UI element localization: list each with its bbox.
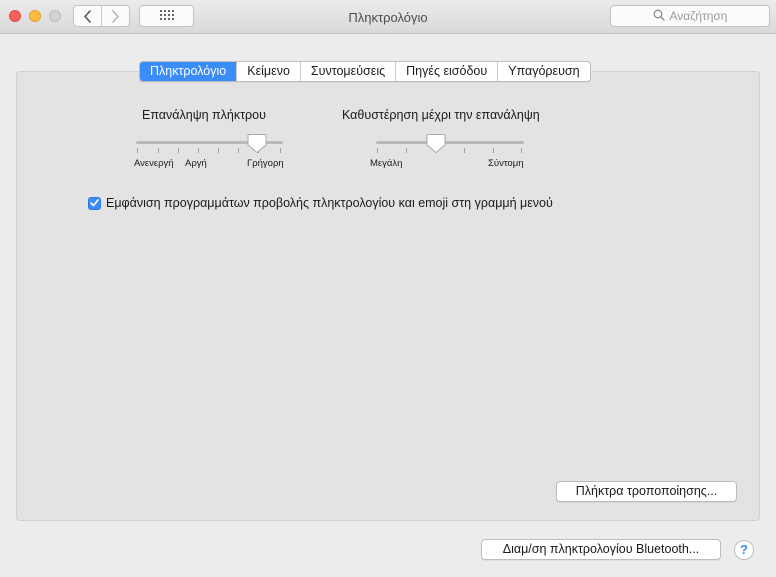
search-field[interactable]: Αναζήτηση bbox=[610, 5, 770, 27]
show-viewers-checkbox[interactable] bbox=[88, 196, 101, 210]
help-button[interactable]: ? bbox=[734, 540, 754, 560]
title-bar: Πληκτρολόγιο Αναζήτηση bbox=[0, 0, 776, 34]
delay-thumb[interactable] bbox=[426, 133, 446, 157]
key-repeat-thumb[interactable] bbox=[247, 133, 267, 157]
tab-input-sources[interactable]: Πηγές εισόδου bbox=[395, 62, 497, 81]
delay-label-short: Σύντομη bbox=[488, 158, 524, 169]
key-repeat-label-fast: Γρήγορη bbox=[247, 158, 284, 169]
search-icon bbox=[653, 9, 665, 24]
delay-label-long: Μεγάλη bbox=[370, 158, 403, 169]
tab-bar: Πληκτρολόγιο Κείμενο Συντομεύσεις Πηγές … bbox=[139, 61, 591, 82]
search-placeholder: Αναζήτηση bbox=[669, 9, 728, 23]
key-repeat-label-off: Ανενεργή bbox=[134, 158, 174, 169]
key-repeat-tick bbox=[280, 148, 281, 153]
show-viewers-option[interactable]: Εμφάνιση προγραμμάτων προβολής πληκτρολο… bbox=[88, 196, 553, 210]
delay-tick bbox=[377, 148, 378, 153]
modifier-keys-button[interactable]: Πλήκτρα τροποποίησης... bbox=[556, 481, 737, 502]
show-viewers-label: Εμφάνιση προγραμμάτων προβολής πληκτρολο… bbox=[106, 196, 553, 210]
tab-dictation[interactable]: Υπαγόρευση bbox=[497, 62, 589, 81]
delay-tick bbox=[464, 148, 465, 153]
delay-track bbox=[376, 141, 524, 144]
key-repeat-tick bbox=[137, 148, 138, 153]
key-repeat-tick bbox=[218, 148, 219, 153]
tab-keyboard[interactable]: Πληκτρολόγιο bbox=[140, 62, 237, 81]
setup-bluetooth-keyboard-button[interactable]: Διαμ/ση πληκτρολογίου Bluetooth... bbox=[481, 539, 721, 560]
tab-shortcuts[interactable]: Συντομεύσεις bbox=[299, 62, 395, 81]
delay-until-repeat-title: Καθυστέρηση μέχρι την επανάληψη bbox=[342, 108, 540, 122]
key-repeat-tick bbox=[198, 148, 199, 153]
key-repeat-tick bbox=[238, 148, 239, 153]
key-repeat-title: Επανάληψη πλήκτρου bbox=[142, 108, 266, 122]
key-repeat-tick bbox=[158, 148, 159, 153]
tab-text[interactable]: Κείμενο bbox=[236, 62, 300, 81]
content-panel bbox=[16, 71, 760, 521]
delay-tick bbox=[521, 148, 522, 153]
key-repeat-tick bbox=[178, 148, 179, 153]
checkmark-icon bbox=[90, 196, 99, 210]
key-repeat-label-slow: Αργή bbox=[185, 158, 207, 169]
keyboard-preferences-window: Πληκτρολόγιο Αναζήτηση Πληκτρολόγιο Κείμ… bbox=[0, 0, 776, 577]
delay-tick bbox=[406, 148, 407, 153]
delay-tick bbox=[493, 148, 494, 153]
